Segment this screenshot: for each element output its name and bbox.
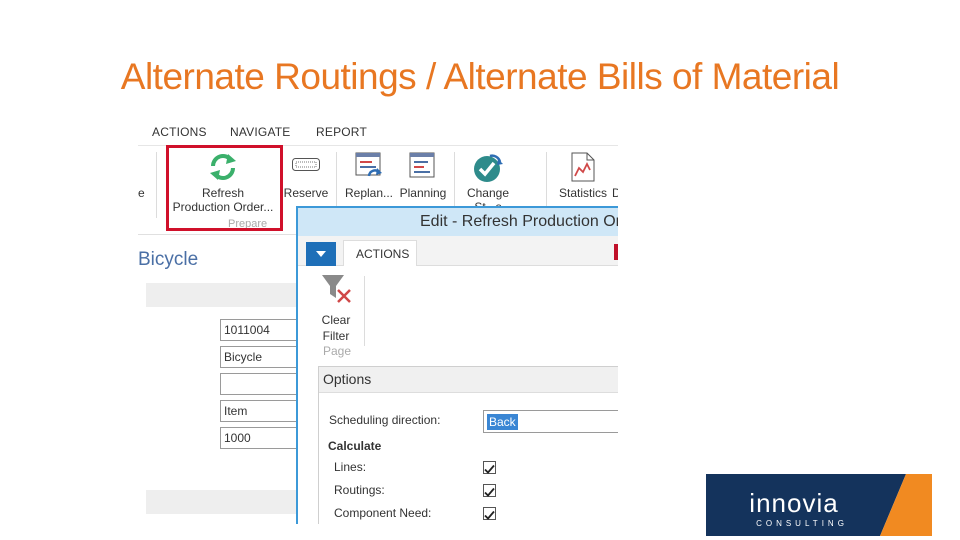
ribbon-separator — [156, 152, 157, 218]
lines-label: Lines: — [334, 460, 367, 474]
slide-title: Alternate Routings / Alternate Bills of … — [120, 56, 840, 97]
dialog-title: Edit - Refresh Production Orde — [420, 213, 618, 230]
refresh-production-order-dialog: Edit - Refresh Production Orde ACTIONS C… — [296, 206, 618, 524]
checkmark-icon — [484, 464, 495, 474]
options-panel: Options Scheduling direction: Back Calcu… — [318, 366, 618, 524]
logo-brand-text: innovia — [749, 488, 838, 518]
dialog-tab-strip: ACTIONS — [298, 236, 618, 266]
lines-checkbox[interactable] — [483, 461, 496, 474]
card-title: Bicycle — [138, 249, 199, 270]
logo-tagline-text: CONSULTING — [756, 519, 848, 528]
ribbon-truncated-label: e — [138, 186, 145, 200]
replan-label: Replan... — [344, 186, 394, 200]
scheduling-direction-value: Back — [487, 414, 518, 430]
component-need-checkbox[interactable] — [483, 507, 496, 520]
menu-navigate[interactable]: NAVIGATE — [230, 125, 291, 139]
planning-icon — [409, 152, 437, 183]
change-status-icon — [472, 152, 504, 187]
statistics-icon — [570, 152, 596, 185]
planning-label: Planning — [399, 186, 447, 200]
barcode-icon — [292, 152, 320, 177]
statistics-label: Statistics — [558, 186, 607, 200]
scheduling-direction-select[interactable]: Back — [483, 410, 618, 433]
menu-report[interactable]: REPORT — [316, 125, 367, 139]
checkmark-icon — [484, 510, 495, 520]
dialog-ribbon: Clear Filter Page — [298, 266, 618, 358]
innovia-logo-mark: innovia CONSULTING — [706, 474, 932, 536]
innovia-consulting-logo: innovia CONSULTING — [706, 474, 932, 536]
group-caption-page: Page — [323, 344, 352, 358]
close-icon[interactable] — [614, 244, 618, 260]
highlight-box — [166, 145, 283, 231]
ribbon-button-truncated[interactable]: e — [138, 146, 152, 236]
routings-checkbox[interactable] — [483, 484, 496, 497]
clear-filter-button[interactable]: Clear Filter — [316, 272, 356, 343]
dialog-titlebar: Edit - Refresh Production Orde — [298, 208, 618, 236]
clear-filter-line1: Clear — [321, 313, 351, 327]
menu-actions[interactable]: ACTIONS — [152, 125, 207, 139]
chevron-down-icon — [316, 251, 326, 257]
clear-filter-icon — [322, 275, 351, 303]
checkmark-icon — [484, 487, 495, 497]
routings-label: Routings: — [334, 483, 385, 497]
menu-bar: ACTIONS NAVIGATE REPORT — [138, 117, 618, 145]
component-need-label: Component Need: — [334, 506, 432, 520]
replan-icon — [355, 152, 383, 185]
dialog-ribbon-separator — [364, 276, 365, 346]
reserve-label: Reserve — [283, 186, 329, 200]
statistics-suffix: D — [612, 186, 618, 200]
change-status-line1: Change — [466, 186, 510, 200]
calculate-heading: Calculate — [328, 439, 382, 453]
scheduling-direction-label: Scheduling direction: — [329, 413, 441, 427]
tab-actions[interactable]: ACTIONS — [343, 240, 417, 266]
dialog-menu-dropdown[interactable] — [306, 242, 336, 266]
options-header[interactable]: Options — [319, 367, 618, 393]
clear-filter-line2: Filter — [322, 329, 350, 343]
